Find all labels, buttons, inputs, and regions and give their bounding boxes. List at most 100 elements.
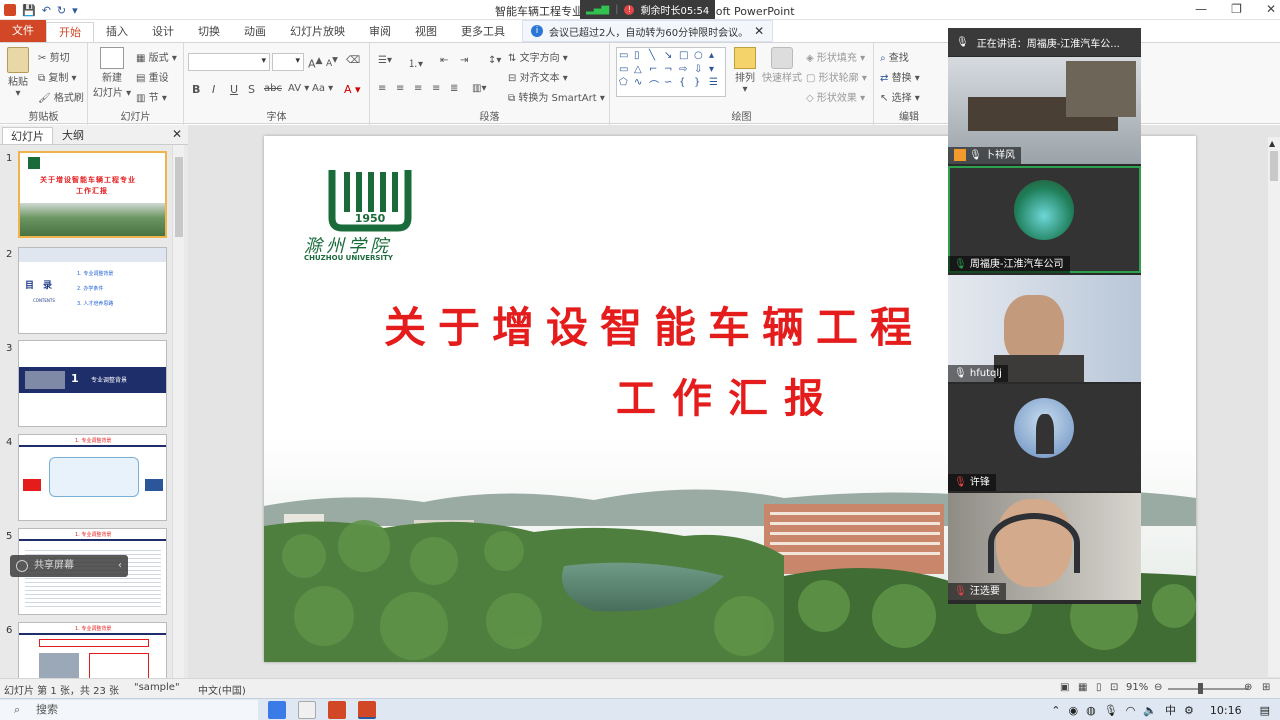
app-tray-icon[interactable]: ◍ [1086, 704, 1096, 717]
scroll-up-icon[interactable]: ▲ [1269, 139, 1275, 148]
shrink-font-button[interactable]: A▼ [326, 55, 338, 69]
participant-tile[interactable]: 🎙 周福庚-江淮汽车公司 [948, 166, 1141, 273]
tab-transitions[interactable]: 切换 [186, 22, 232, 42]
brace-close-shape-icon[interactable]: } [694, 77, 708, 94]
copy-button[interactable]: ⧉ 复制 ▾ [38, 69, 77, 84]
tab-more-tools[interactable]: 更多工具 [449, 22, 517, 42]
pentagon-shape-icon[interactable]: ⬠ [619, 77, 633, 94]
taskbar-app-icon[interactable] [268, 701, 286, 719]
taskbar-search[interactable]: ⌕ 搜索 [0, 700, 258, 720]
convert-smartart-button[interactable]: ⧉ 转换为 SmartArt ▾ [508, 89, 605, 104]
section-button[interactable]: ▥ 节 ▾ [136, 89, 167, 104]
arrange-button[interactable]: 排列 ▾ [730, 47, 760, 95]
format-painter-button[interactable]: 🖌 格式刷 [38, 89, 84, 104]
ime-settings-icon[interactable]: ⚙ [1184, 704, 1194, 717]
tab-file[interactable]: 文件 [0, 20, 46, 42]
rect2-shape-icon[interactable]: ▭ [619, 64, 633, 77]
tab-design[interactable]: 设计 [140, 22, 186, 42]
minimize-button[interactable]: — [1195, 2, 1207, 16]
numbering-icon[interactable]: ⒈▾ [408, 55, 423, 70]
powerpoint-taskbar-icon[interactable] [358, 701, 376, 719]
save-icon[interactable]: 💾 [22, 4, 36, 17]
align-left-icon[interactable]: ≡ [378, 83, 386, 94]
tab-animations[interactable]: 动画 [232, 22, 278, 42]
fit-window-icon[interactable]: ⊞ [1262, 682, 1270, 693]
sorter-view-icon[interactable]: ▦ [1078, 682, 1087, 693]
language-indicator[interactable]: 中文(中国) [198, 682, 246, 697]
taskbar-app-icon[interactable] [298, 701, 316, 719]
close-button[interactable]: ✕ [1266, 2, 1276, 16]
align-center-icon[interactable]: ≡ [396, 83, 404, 94]
participant-tile[interactable]: 🎙 hfutqlj [948, 275, 1141, 382]
redo-icon[interactable]: ↻ [57, 4, 66, 17]
font-color-button[interactable]: A ▾ [344, 83, 361, 96]
tab-home[interactable]: 开始 [46, 22, 94, 42]
underline-button[interactable]: U [230, 83, 238, 96]
zoom-slider[interactable] [1168, 688, 1248, 690]
tab-slides-panel[interactable]: 幻灯片 [2, 127, 53, 144]
align-right-icon[interactable]: ≡ [414, 83, 422, 94]
participant-tile[interactable]: 🎙 卜祥风 [948, 57, 1141, 164]
align-text-button[interactable]: ⊟ 对齐文本 ▾ [508, 69, 568, 84]
shadow-button[interactable]: S [248, 83, 255, 96]
layout-button[interactable]: ▦ 版式 ▾ [136, 49, 177, 64]
tab-outline-panel[interactable]: 大纲 [54, 127, 92, 144]
slide-title-line2[interactable]: 工作汇报 [616, 366, 840, 424]
normal-view-icon[interactable]: ▣ [1060, 682, 1069, 693]
curve-shape-icon[interactable]: ∿ [634, 77, 648, 94]
font-family-select[interactable]: ▾ [188, 53, 270, 71]
elbow-shape-icon[interactable]: ⌐ [649, 64, 663, 77]
expand-shapes-icon[interactable]: ☰ [709, 77, 723, 94]
select-button[interactable]: ↖ 选择 ▾ [880, 89, 920, 104]
shape-outline-button[interactable]: ▢ 形状轮廓 ▾ [806, 69, 867, 84]
scrollbar-thumb[interactable] [175, 157, 183, 237]
clock[interactable]: 10:16 [1210, 704, 1242, 717]
tab-review[interactable]: 审阅 [357, 22, 403, 42]
italic-button[interactable]: I [212, 83, 215, 96]
zoom-slider-handle[interactable] [1198, 683, 1203, 694]
text-direction-button[interactable]: ⇅ 文字方向 ▾ [508, 49, 568, 64]
arrow-down-shape-icon[interactable]: ⇩ [694, 64, 708, 77]
slide-title-line1[interactable]: 关于增设智能车辆工程 [384, 294, 924, 355]
columns-icon[interactable]: ▥▾ [472, 83, 486, 94]
network-icon[interactable]: ◠ [1126, 704, 1136, 717]
thumbnail-slide-6[interactable]: 1. 专业调整背景 [18, 622, 167, 678]
brace-open-shape-icon[interactable]: { [679, 77, 693, 94]
font-size-select[interactable]: ▾ [272, 53, 304, 71]
line-spacing-icon[interactable]: ↕▾ [488, 55, 501, 66]
tab-insert[interactable]: 插入 [94, 22, 140, 42]
thumbnail-scrollbar[interactable] [172, 145, 184, 678]
strikethrough-button[interactable]: abc [264, 83, 282, 94]
grow-font-button[interactable]: A▲ [308, 55, 323, 71]
increase-indent-icon[interactable]: ⇥ [460, 55, 468, 66]
scroll-shapes-icon[interactable]: ▾ [709, 64, 723, 77]
scrollbar-thumb[interactable] [1270, 151, 1278, 181]
distribute-icon[interactable]: ≣ [450, 83, 458, 94]
paste-button[interactable]: 粘贴 ▾ [4, 47, 32, 99]
find-button[interactable]: ⌕ 查找 [880, 49, 909, 64]
clear-format-icon[interactable]: ⌫ [346, 55, 360, 66]
shapes-gallery[interactable]: ▭ ▯ ╲ ↘ □ ○ ▴ ▭ △ ⌐ ¬ ⇨ ⇩ ▾ ⬠ ∿ ⌒ ∽{} ☰ [616, 47, 726, 97]
arrow-right-shape-icon[interactable]: ⇨ [679, 64, 693, 77]
microphone-tray-icon[interactable]: 🎙 [1104, 704, 1118, 717]
line-shape-icon[interactable]: ╲ [649, 50, 663, 63]
customize-icon[interactable]: ▾ [72, 4, 78, 17]
textbox-v-shape-icon[interactable]: ▯ [634, 50, 648, 63]
shape-effects-button[interactable]: ◇ 形状效果 ▾ [806, 89, 865, 104]
vertical-scrollbar[interactable]: ▲ [1268, 137, 1280, 677]
show-hidden-icon[interactable]: ⌃ [1051, 704, 1060, 717]
notification-icon[interactable]: ▤ [1260, 704, 1270, 717]
decrease-indent-icon[interactable]: ⇤ [440, 55, 448, 66]
slideshow-view-icon[interactable]: ⊡ [1110, 682, 1118, 693]
undo-icon[interactable]: ↶ [42, 4, 51, 17]
rect-shape-icon[interactable]: □ [679, 50, 693, 63]
oval-shape-icon[interactable]: ○ [694, 50, 708, 63]
tab-view[interactable]: 视图 [403, 22, 449, 42]
share-screen-overlay[interactable]: 共享屏幕 ‹ [10, 555, 128, 577]
textbox-shape-icon[interactable]: ▭ [619, 50, 633, 63]
close-icon[interactable]: ✕ [754, 24, 764, 38]
bold-button[interactable]: B [192, 83, 200, 96]
thumbnail-slide-3[interactable]: 1 专业调整背景 [18, 340, 167, 427]
app-tray-icon[interactable]: ◉ [1069, 704, 1079, 717]
thumbnail-slide-1[interactable]: 关于增设智能车辆工程专业 工作汇报 [18, 151, 167, 238]
